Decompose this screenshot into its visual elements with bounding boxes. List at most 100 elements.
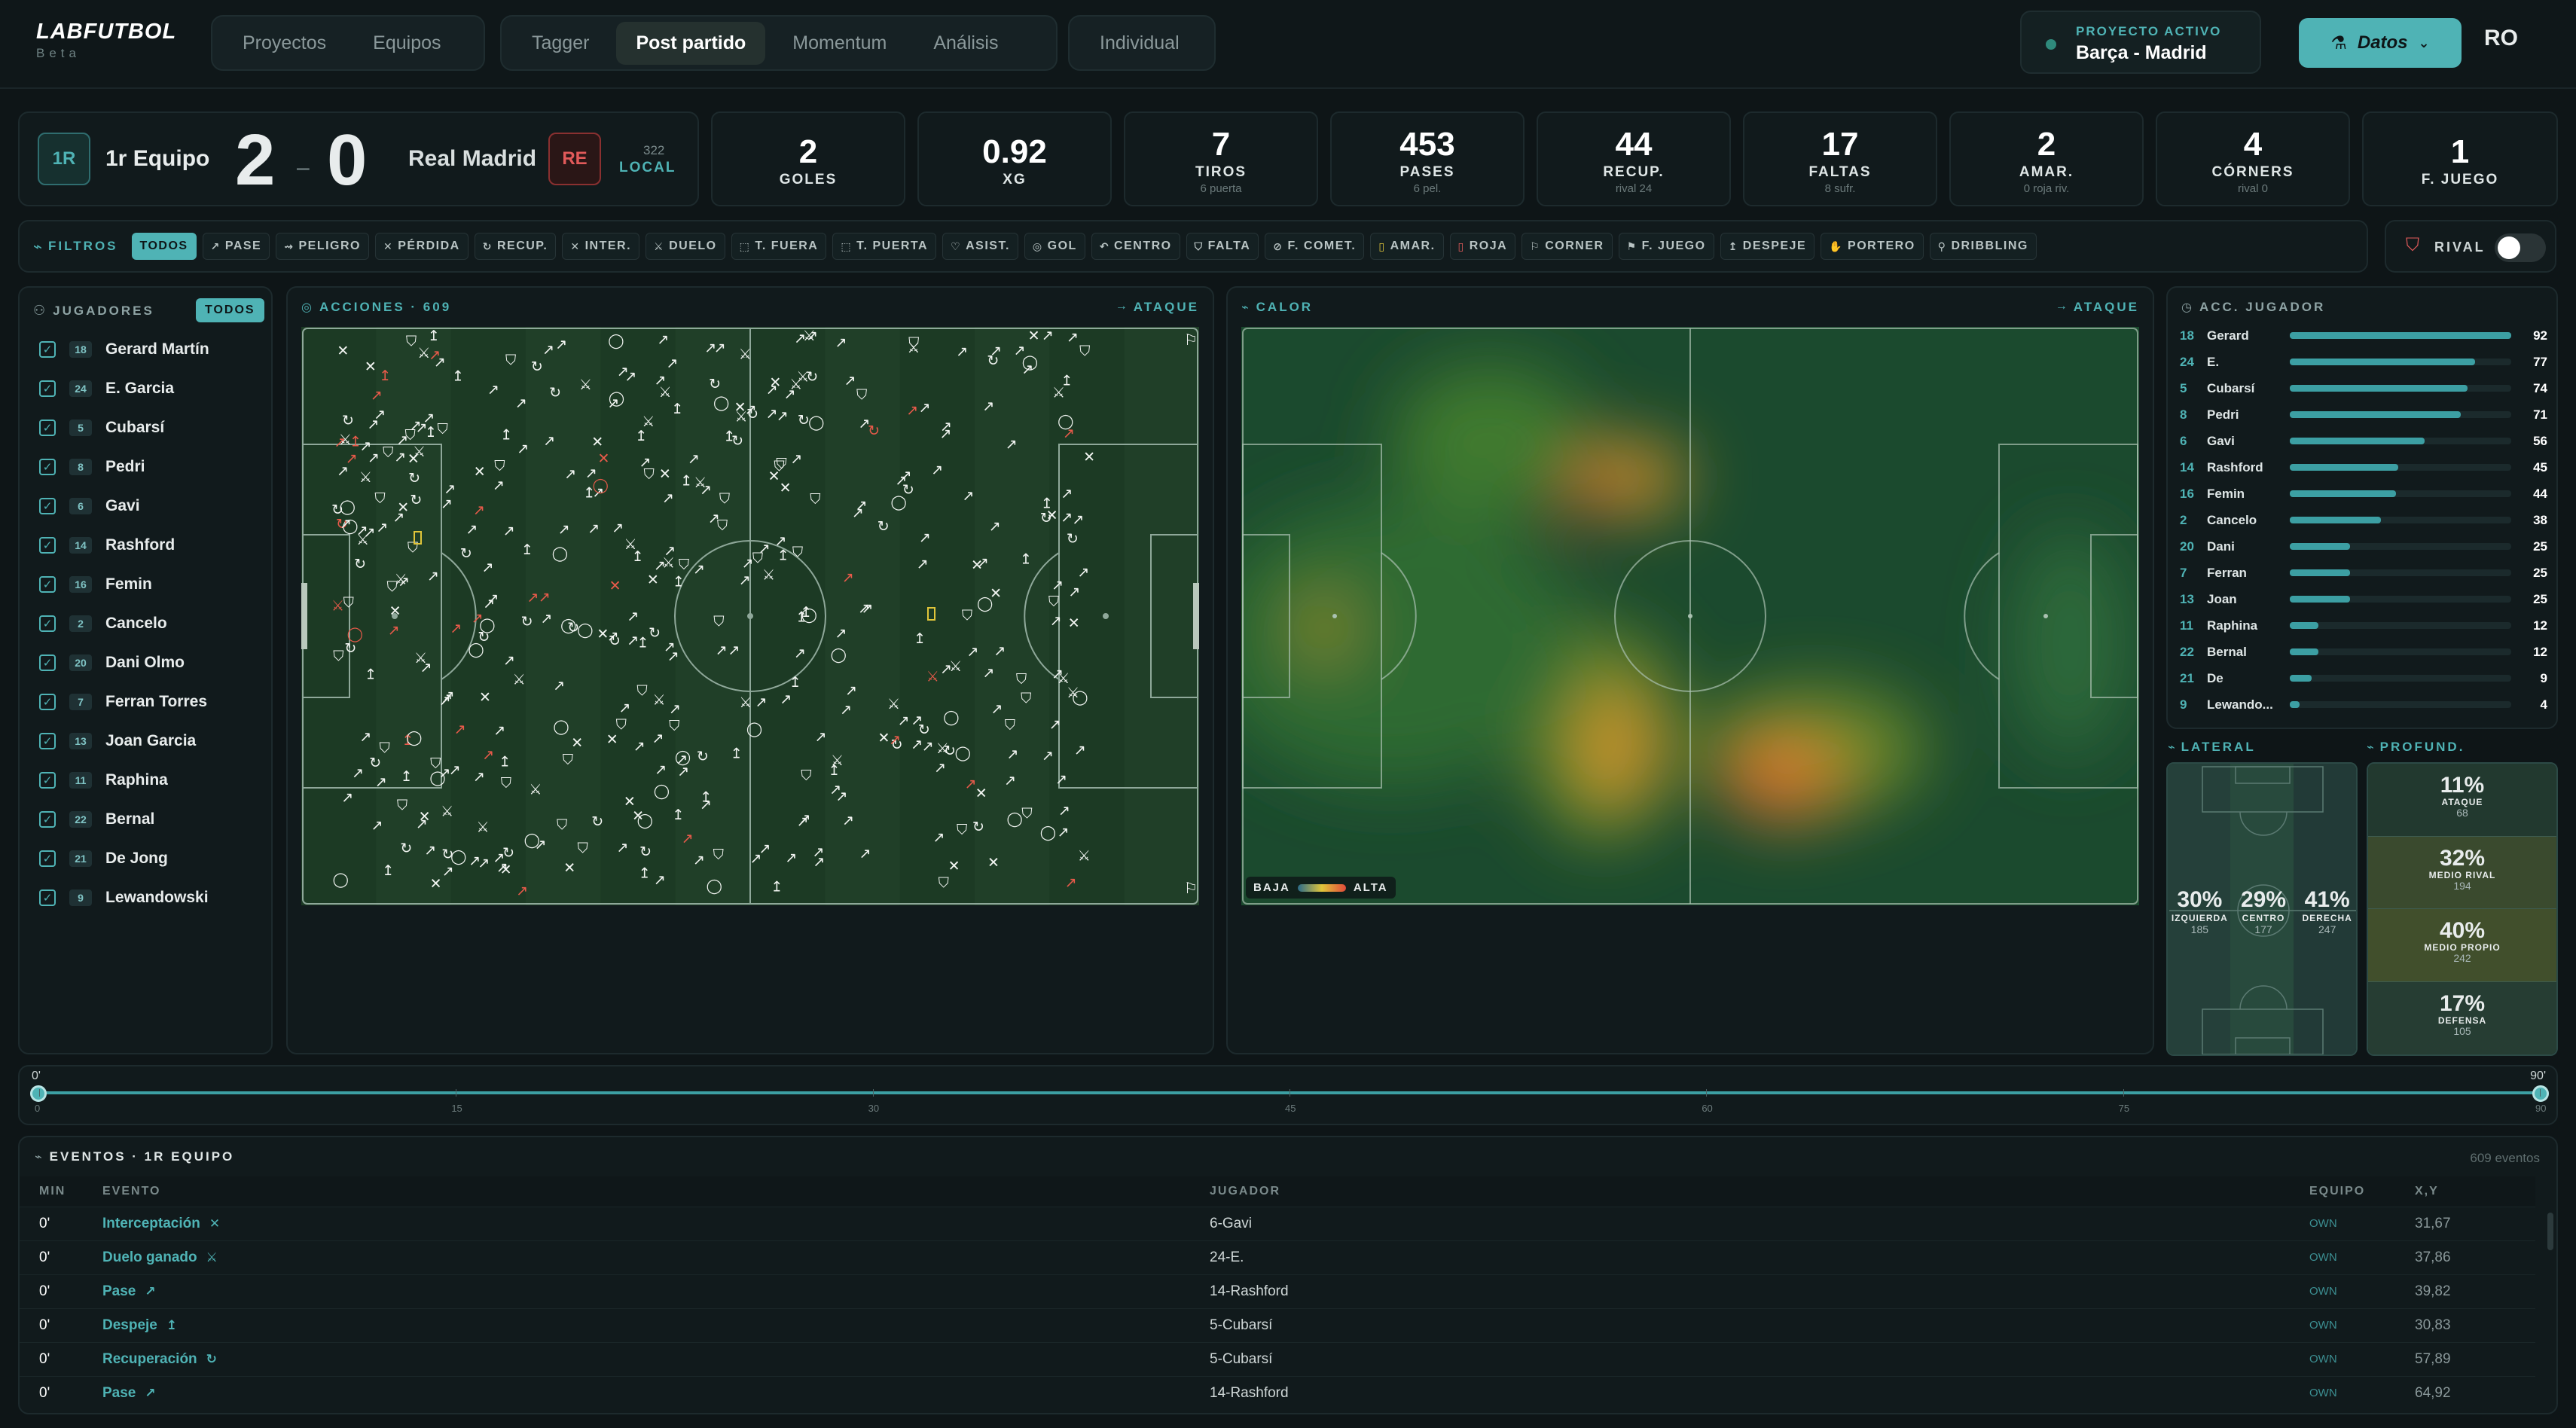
action-marker[interactable]: ↻ (806, 368, 818, 385)
action-marker[interactable]: ⛉ (505, 352, 516, 368)
action-marker[interactable]: ⚔ (739, 694, 752, 711)
action-marker[interactable]: ↗ (911, 736, 923, 752)
action-marker[interactable]: ↗ (934, 760, 946, 777)
action-marker[interactable]: ↗ (844, 373, 856, 389)
filter-chip-t-fuera[interactable]: ⬚ T. FUERA (731, 233, 827, 260)
action-marker[interactable]: ↥ (500, 426, 512, 443)
action-marker[interactable]: ⚔ (476, 819, 489, 835)
checkbox-icon[interactable]: ✓ (39, 850, 56, 867)
player-row[interactable]: ✓ 20 Dani Olmo (20, 643, 273, 682)
action-marker[interactable]: ↥ (673, 574, 685, 590)
action-marker[interactable]: ⛉ (437, 421, 447, 438)
action-marker[interactable]: ⛉ (856, 386, 867, 403)
action-marker[interactable]: ↗ (517, 441, 529, 457)
action-marker[interactable]: ◯ (713, 395, 729, 411)
action-marker[interactable]: ↗ (1006, 746, 1018, 762)
action-marker[interactable]: ↗ (555, 337, 567, 353)
action-marker[interactable]: ↻ (972, 819, 984, 835)
action-marker[interactable]: ↥ (789, 674, 801, 691)
checkbox-icon[interactable]: ✓ (39, 537, 56, 554)
action-marker[interactable]: ↗ (940, 418, 952, 435)
action-marker[interactable]: ⛉ (563, 752, 573, 768)
action-marker[interactable]: ↗ (676, 751, 688, 767)
filter-chip-duelo[interactable]: ⚔ DUELO (646, 233, 725, 260)
acc-row[interactable]: 20 Dani 25 (2180, 533, 2547, 560)
action-marker[interactable]: ↗ (454, 721, 466, 737)
action-marker[interactable]: ↗ (931, 462, 943, 478)
action-marker[interactable]: ↻ (441, 847, 453, 863)
nav-proyectos[interactable]: Proyectos (223, 22, 346, 65)
filter-chip-inter-[interactable]: ✕ INTER. (562, 233, 640, 260)
action-marker[interactable]: ↥ (731, 745, 743, 761)
action-marker[interactable]: ↗ (835, 625, 847, 642)
action-marker[interactable]: ⛉ (776, 456, 786, 472)
acc-row[interactable]: 8 Pedri 71 (2180, 401, 2547, 428)
action-marker[interactable]: ↗ (1077, 564, 1089, 581)
action-marker[interactable]: ↗ (796, 813, 808, 830)
action-marker[interactable]: ↗ (716, 642, 728, 659)
action-marker[interactable]: ◯ (808, 414, 824, 431)
action-marker[interactable]: ↻ (731, 433, 743, 450)
action-marker[interactable]: ⛉ (577, 841, 588, 857)
checkbox-icon[interactable]: ✓ (39, 694, 56, 710)
action-marker[interactable]: ↻ (639, 844, 652, 860)
action-marker[interactable]: ↗ (1055, 771, 1067, 788)
action-marker[interactable]: ↗ (472, 610, 484, 627)
action-marker[interactable]: ⚔ (579, 377, 592, 393)
nav-equipos[interactable]: Equipos (353, 22, 460, 65)
action-marker[interactable]: ↗ (652, 731, 664, 747)
action-marker[interactable]: ↗ (1068, 584, 1080, 600)
action-marker[interactable]: ⚔ (949, 658, 962, 675)
action-marker[interactable]: ◯ (1006, 811, 1022, 828)
action-marker[interactable]: ⛉ (1048, 593, 1059, 610)
action-marker[interactable]: ↻ (400, 841, 412, 857)
player-row[interactable]: ✓ 16 Femin (20, 565, 273, 604)
rival-toggle[interactable] (2495, 233, 2546, 262)
acc-row[interactable]: 7 Ferran 25 (2180, 560, 2547, 586)
action-marker[interactable]: ↻ (331, 502, 343, 518)
events-scrollbar[interactable] (2547, 1213, 2553, 1250)
action-marker[interactable]: ⛉ (713, 613, 724, 630)
acc-row[interactable]: 13 Joan 25 (2180, 586, 2547, 612)
action-marker[interactable]: ◯ (746, 721, 762, 737)
action-marker[interactable]: ↗ (558, 521, 570, 538)
action-marker[interactable]: ↗ (966, 643, 978, 660)
action-marker[interactable]: ↻ (1040, 510, 1052, 526)
action-marker[interactable]: ↻ (549, 385, 561, 401)
action-marker[interactable]: ↻ (591, 813, 603, 830)
action-marker[interactable]: ↗ (898, 712, 910, 729)
action-marker[interactable]: ⚔ (926, 669, 939, 685)
checkbox-icon[interactable]: ✓ (39, 733, 56, 749)
filter-chip-f-juego[interactable]: ⚑ F. JUEGO (1618, 233, 1714, 260)
action-marker[interactable]: ↗ (1042, 327, 1054, 343)
action-marker[interactable]: ↗ (777, 407, 789, 424)
players-all-badge[interactable]: TODOS (196, 298, 264, 322)
action-marker[interactable]: ↗ (424, 842, 436, 859)
action-marker[interactable]: ✕ (598, 450, 610, 467)
event-row[interactable]: 0' Recuperación ↻ 5-Cubarsí OWN 57,89 (20, 1341, 2535, 1376)
action-marker[interactable]: ↗ (341, 789, 353, 806)
action-marker[interactable]: ↗ (627, 633, 639, 649)
action-marker[interactable]: ↗ (503, 652, 515, 669)
action-marker[interactable]: ⛉ (810, 491, 820, 508)
action-marker[interactable]: ↗ (394, 449, 406, 465)
acc-row[interactable]: 14 Rashford 45 (2180, 454, 2547, 481)
col-evento[interactable]: EVENTO (102, 1176, 1210, 1207)
filter-chip-t-puerta[interactable]: ⬚ T. PUERTA (832, 233, 937, 260)
action-marker[interactable]: ↻ (408, 470, 420, 487)
filter-chip-corner[interactable]: ⚐ CORNER (1521, 233, 1613, 260)
action-marker[interactable]: ⛉ (407, 540, 418, 557)
action-marker[interactable]: ↗ (441, 496, 453, 512)
action-marker[interactable]: ↗ (473, 502, 485, 518)
checkbox-icon[interactable]: ✓ (39, 459, 56, 475)
action-marker[interactable]: ↗ (534, 837, 546, 853)
action-marker[interactable]: ↗ (1065, 874, 1077, 891)
action-marker[interactable]: ✕ (948, 858, 960, 874)
event-row[interactable]: 0' Duelo ganado ⚔ 24-E. OWN 37,86 (20, 1240, 2535, 1274)
player-row[interactable]: ✓ 14 Rashford (20, 526, 273, 565)
action-marker[interactable]: ↗ (616, 839, 628, 856)
timeline-handle-start[interactable] (30, 1085, 47, 1102)
action-marker[interactable]: ⚔ (417, 345, 430, 362)
action-marker[interactable]: ↗ (835, 334, 847, 351)
action-marker[interactable]: ↗ (543, 433, 555, 450)
